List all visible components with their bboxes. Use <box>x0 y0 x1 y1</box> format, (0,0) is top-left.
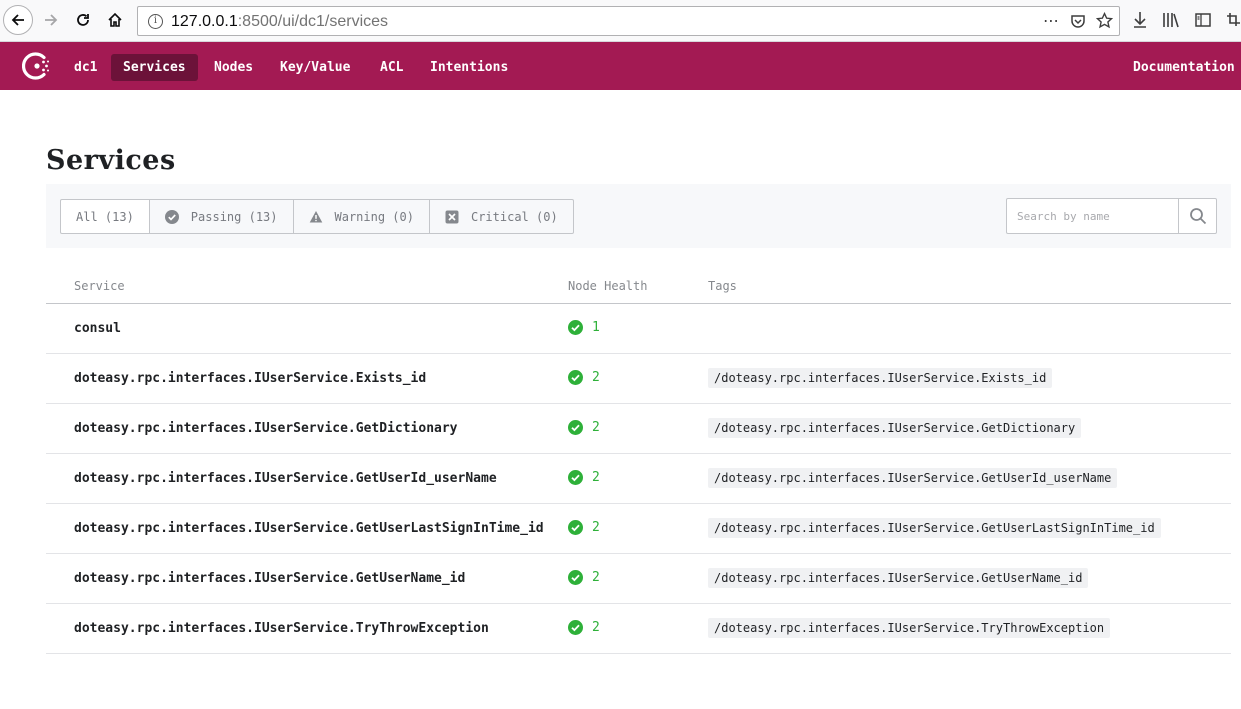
reload-button[interactable] <box>68 5 98 35</box>
filter-critical-label: Critical (0) <box>470 209 558 224</box>
nav-nodes[interactable]: Nodes <box>202 54 265 81</box>
screenshot-icon[interactable] <box>1226 11 1240 29</box>
table-row[interactable]: doteasy.rpc.interfaces.IUserService.GetD… <box>46 404 1231 454</box>
nav-intentions[interactable]: Intentions <box>418 54 520 81</box>
page-title: Services <box>46 145 176 176</box>
forward-button[interactable] <box>36 5 66 35</box>
node-health: 2 <box>568 620 600 635</box>
app-navbar: dc1 Services Nodes Key/Value ACL Intenti… <box>0 42 1241 90</box>
services-table: Service Node Health Tags consul 1 doteasy.… <box>46 270 1231 654</box>
filter-all[interactable]: All (13) <box>60 199 150 234</box>
nav-key-value[interactable]: Key/Value <box>268 54 362 81</box>
service-name[interactable]: consul <box>74 321 121 336</box>
nav-documentation[interactable]: Documentation <box>1121 54 1241 81</box>
datacenter-selector[interactable]: dc1 <box>62 54 109 81</box>
table-row[interactable]: doteasy.rpc.interfaces.IUserService.GetU… <box>46 504 1231 554</box>
header-tags: Tags <box>708 279 737 293</box>
url-path: :8500/ui/dc1/services <box>237 13 389 30</box>
service-tag: /doteasy.rpc.interfaces.IUserService.Try… <box>708 618 1111 638</box>
passing-check-icon <box>568 470 583 485</box>
filter-critical[interactable]: Critical (0) <box>428 199 574 234</box>
service-tag: /doteasy.rpc.interfaces.IUserService.Get… <box>708 518 1161 538</box>
sidebar-icon[interactable] <box>1194 11 1212 29</box>
back-button[interactable] <box>3 5 33 35</box>
service-name[interactable]: doteasy.rpc.interfaces.IUserService.GetD… <box>74 421 458 436</box>
page-actions-icon[interactable]: ⋯ <box>1042 11 1060 30</box>
table-row[interactable]: doteasy.rpc.interfaces.IUserService.GetU… <box>46 454 1231 504</box>
library-icon[interactable] <box>1162 11 1180 29</box>
passing-check-icon <box>568 520 583 535</box>
warning-triangle-icon <box>309 210 322 222</box>
nav-services[interactable]: Services <box>111 54 198 81</box>
service-name[interactable]: doteasy.rpc.interfaces.IUserService.GetU… <box>74 521 544 536</box>
service-tag: /doteasy.rpc.interfaces.IUserService.Get… <box>708 418 1082 438</box>
arrow-right-icon <box>45 14 58 26</box>
node-health-count: 2 <box>592 470 600 485</box>
table-row[interactable]: doteasy.rpc.interfaces.IUserService.GetU… <box>46 554 1231 604</box>
info-icon[interactable]: i <box>148 14 163 29</box>
download-icon[interactable] <box>1132 11 1148 29</box>
url-host: 127.0.0.1 <box>171 13 238 30</box>
url-bar[interactable]: i 127.0.0.1:8500/ui/dc1/services ⋯ <box>137 6 1120 36</box>
service-name[interactable]: doteasy.rpc.interfaces.IUserService.GetU… <box>74 571 465 586</box>
node-health-count: 1 <box>592 320 600 335</box>
search-input[interactable] <box>1007 199 1178 233</box>
node-health-count: 2 <box>592 570 600 585</box>
node-health: 2 <box>568 570 600 585</box>
url-text[interactable]: 127.0.0.1:8500/ui/dc1/services <box>171 13 388 31</box>
passing-check-icon <box>568 320 583 335</box>
search-icon <box>1189 208 1206 225</box>
consul-logo-icon[interactable] <box>22 51 52 81</box>
filter-bar: All (13) Passing (13) Warning (0) Critic… <box>46 184 1231 248</box>
check-circle-icon <box>164 209 179 224</box>
node-health-count: 2 <box>592 520 600 535</box>
filter-passing[interactable]: Passing (13) <box>148 199 294 234</box>
node-health: 2 <box>568 520 600 535</box>
service-name[interactable]: doteasy.rpc.interfaces.IUserService.Exis… <box>74 371 426 386</box>
passing-check-icon <box>568 620 583 635</box>
passing-check-icon <box>568 370 583 385</box>
search-box <box>1006 198 1217 234</box>
node-health-count: 2 <box>592 370 600 385</box>
service-tag: /doteasy.rpc.interfaces.IUserService.Get… <box>708 568 1089 588</box>
filter-warning-label: Warning (0) <box>334 209 414 224</box>
arrow-left-icon <box>11 14 24 26</box>
browser-toolbar: i 127.0.0.1:8500/ui/dc1/services ⋯ <box>0 0 1241 42</box>
home-icon <box>108 12 122 27</box>
node-health-count: 2 <box>592 620 600 635</box>
filter-passing-label: Passing (13) <box>190 209 278 224</box>
node-health-count: 2 <box>592 420 600 435</box>
home-button[interactable] <box>100 5 130 35</box>
reload-icon <box>77 14 89 26</box>
service-name[interactable]: doteasy.rpc.interfaces.IUserService.GetU… <box>74 471 497 486</box>
table-row[interactable]: consul 1 <box>46 304 1231 354</box>
nav-acl[interactable]: ACL <box>368 54 415 81</box>
table-row[interactable]: doteasy.rpc.interfaces.IUserService.TryT… <box>46 604 1231 654</box>
header-service: Service <box>74 279 125 293</box>
service-name[interactable]: doteasy.rpc.interfaces.IUserService.TryT… <box>74 621 489 636</box>
node-health: 2 <box>568 470 600 485</box>
node-health: 1 <box>568 320 600 335</box>
node-health: 2 <box>568 420 600 435</box>
passing-check-icon <box>568 570 583 585</box>
filter-warning[interactable]: Warning (0) <box>292 199 430 234</box>
header-node-health: Node Health <box>568 279 648 293</box>
passing-check-icon <box>568 420 583 435</box>
service-tag: /doteasy.rpc.interfaces.IUserService.Exi… <box>708 368 1053 388</box>
table-row[interactable]: doteasy.rpc.interfaces.IUserService.Exis… <box>46 354 1231 404</box>
health-filter-group: All (13) Passing (13) Warning (0) Critic… <box>60 199 574 234</box>
filter-all-label: All (13) <box>76 209 134 224</box>
table-header: Service Node Health Tags <box>46 270 1231 304</box>
pocket-icon[interactable] <box>1070 13 1086 29</box>
critical-x-icon <box>445 210 459 223</box>
bookmark-star-icon[interactable] <box>1096 12 1113 29</box>
service-tag: /doteasy.rpc.interfaces.IUserService.Get… <box>708 468 1118 488</box>
node-health: 2 <box>568 370 600 385</box>
search-button[interactable] <box>1178 199 1216 233</box>
